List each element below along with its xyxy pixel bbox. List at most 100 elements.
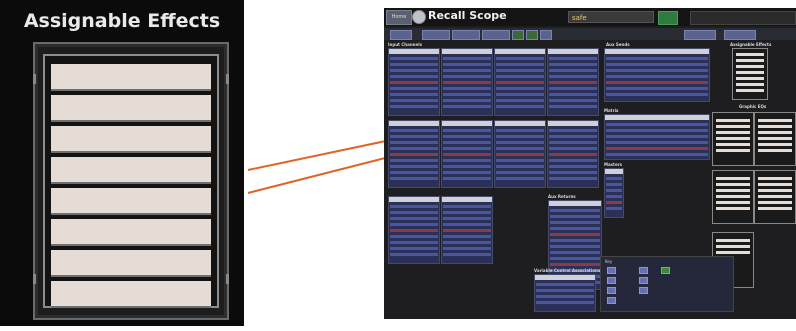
strip-row [443,171,491,174]
strip-row [390,87,438,90]
strip-row [496,153,544,156]
channel-strip-group[interactable] [388,48,440,116]
toolbar-button[interactable] [684,30,716,40]
strip-row [390,57,438,60]
channel-strip-group[interactable] [441,48,493,116]
strip-header [442,49,492,54]
strip-row [390,165,438,168]
strip-row [496,57,544,60]
strip-row [549,135,597,138]
scope-name-field[interactable]: safe [568,11,654,23]
strip-row [390,129,438,132]
title-bar: Home Recall Scope safe [384,8,796,26]
strip-row [549,87,597,90]
channel-strip-group[interactable] [494,48,546,116]
graphic-eq-rack[interactable] [712,170,754,224]
strip-row [606,195,622,198]
strip-row [390,171,438,174]
strip-row [390,81,438,84]
strip-header [548,49,598,54]
strip-row [496,99,544,102]
strip-row [549,69,597,72]
vca-label: Variable Control Associations [534,268,601,273]
strip-row [443,235,491,238]
strip-row [549,81,597,84]
strip-row [443,217,491,220]
strip-row [496,159,544,162]
channel-strip-group[interactable] [388,120,440,188]
strip-row [443,147,491,150]
aux-returns-label: Aux Returns [548,194,576,199]
assignable-effects-rack-small[interactable] [732,48,768,100]
strip-row [550,239,600,242]
graphic-eq-rack[interactable] [754,170,796,224]
strip-row [550,227,600,230]
vca-strips[interactable] [534,274,596,312]
strip-row [536,283,594,286]
channel-strip-group[interactable] [547,48,599,116]
channel-strip-group[interactable] [494,120,546,188]
aux-sends-strips[interactable] [604,48,710,102]
key-title: Key [605,259,613,264]
strip-header [535,275,595,280]
confirm-button[interactable] [658,11,678,25]
strip-row [443,63,491,66]
strip-row [390,211,438,214]
graphic-eq-rack[interactable] [754,112,796,166]
strip-row [443,177,491,180]
strip-row [390,247,438,250]
strip-row [536,289,594,292]
strip-row [390,93,438,96]
matrix-strips[interactable] [604,114,710,160]
strip-row [549,177,597,180]
strip-row [443,205,491,208]
strip-row [390,75,438,78]
strip-row [496,171,544,174]
strip-row [606,75,708,78]
recall-scope-screen: Home Recall Scope safe Input Channels Au… [384,8,796,319]
assignable-effects-label: Assignable Effects [730,42,772,47]
toolbar-button[interactable] [724,30,756,40]
strip-row [550,221,600,224]
strip-row [390,153,438,156]
aux-sends-label: Aux Sends [606,42,630,47]
strip-row [606,207,622,210]
strip-header [605,169,623,174]
toolbar-button[interactable] [512,30,524,40]
toolbar-button[interactable] [540,30,552,40]
strip-row [606,141,708,144]
channel-strip-group[interactable] [547,120,599,188]
masters-strips[interactable] [604,168,624,218]
strip-row [443,165,491,168]
strip-header [495,49,545,54]
toolbar-button[interactable] [452,30,480,40]
strip-row [606,189,622,192]
toolbar-button[interactable] [390,30,412,40]
strip-row [496,69,544,72]
channel-strip-group[interactable] [441,196,493,264]
strip-row [496,129,544,132]
graphic-eq-rack[interactable] [712,112,754,166]
strip-row [390,241,438,244]
strip-header [605,115,709,120]
strip-row [496,177,544,180]
key-swatch [661,267,670,274]
toolbar-button[interactable] [482,30,510,40]
strip-header [389,49,439,54]
key-swatch [639,267,648,274]
graphic-eqs-label: Graphic EQs [739,104,767,109]
strip-row [443,87,491,90]
toolbar-button[interactable] [526,30,538,40]
strip-row [550,263,600,266]
home-button[interactable]: Home [386,10,412,25]
strip-header [442,121,492,126]
strip-row [390,159,438,162]
channel-strip-group[interactable] [388,196,440,264]
strip-row [549,75,597,78]
strip-row [390,229,438,232]
channel-strip-group[interactable] [441,120,493,188]
toolbar-button[interactable] [422,30,450,40]
strip-row [606,123,708,126]
strip-row [390,147,438,150]
strip-header [548,121,598,126]
